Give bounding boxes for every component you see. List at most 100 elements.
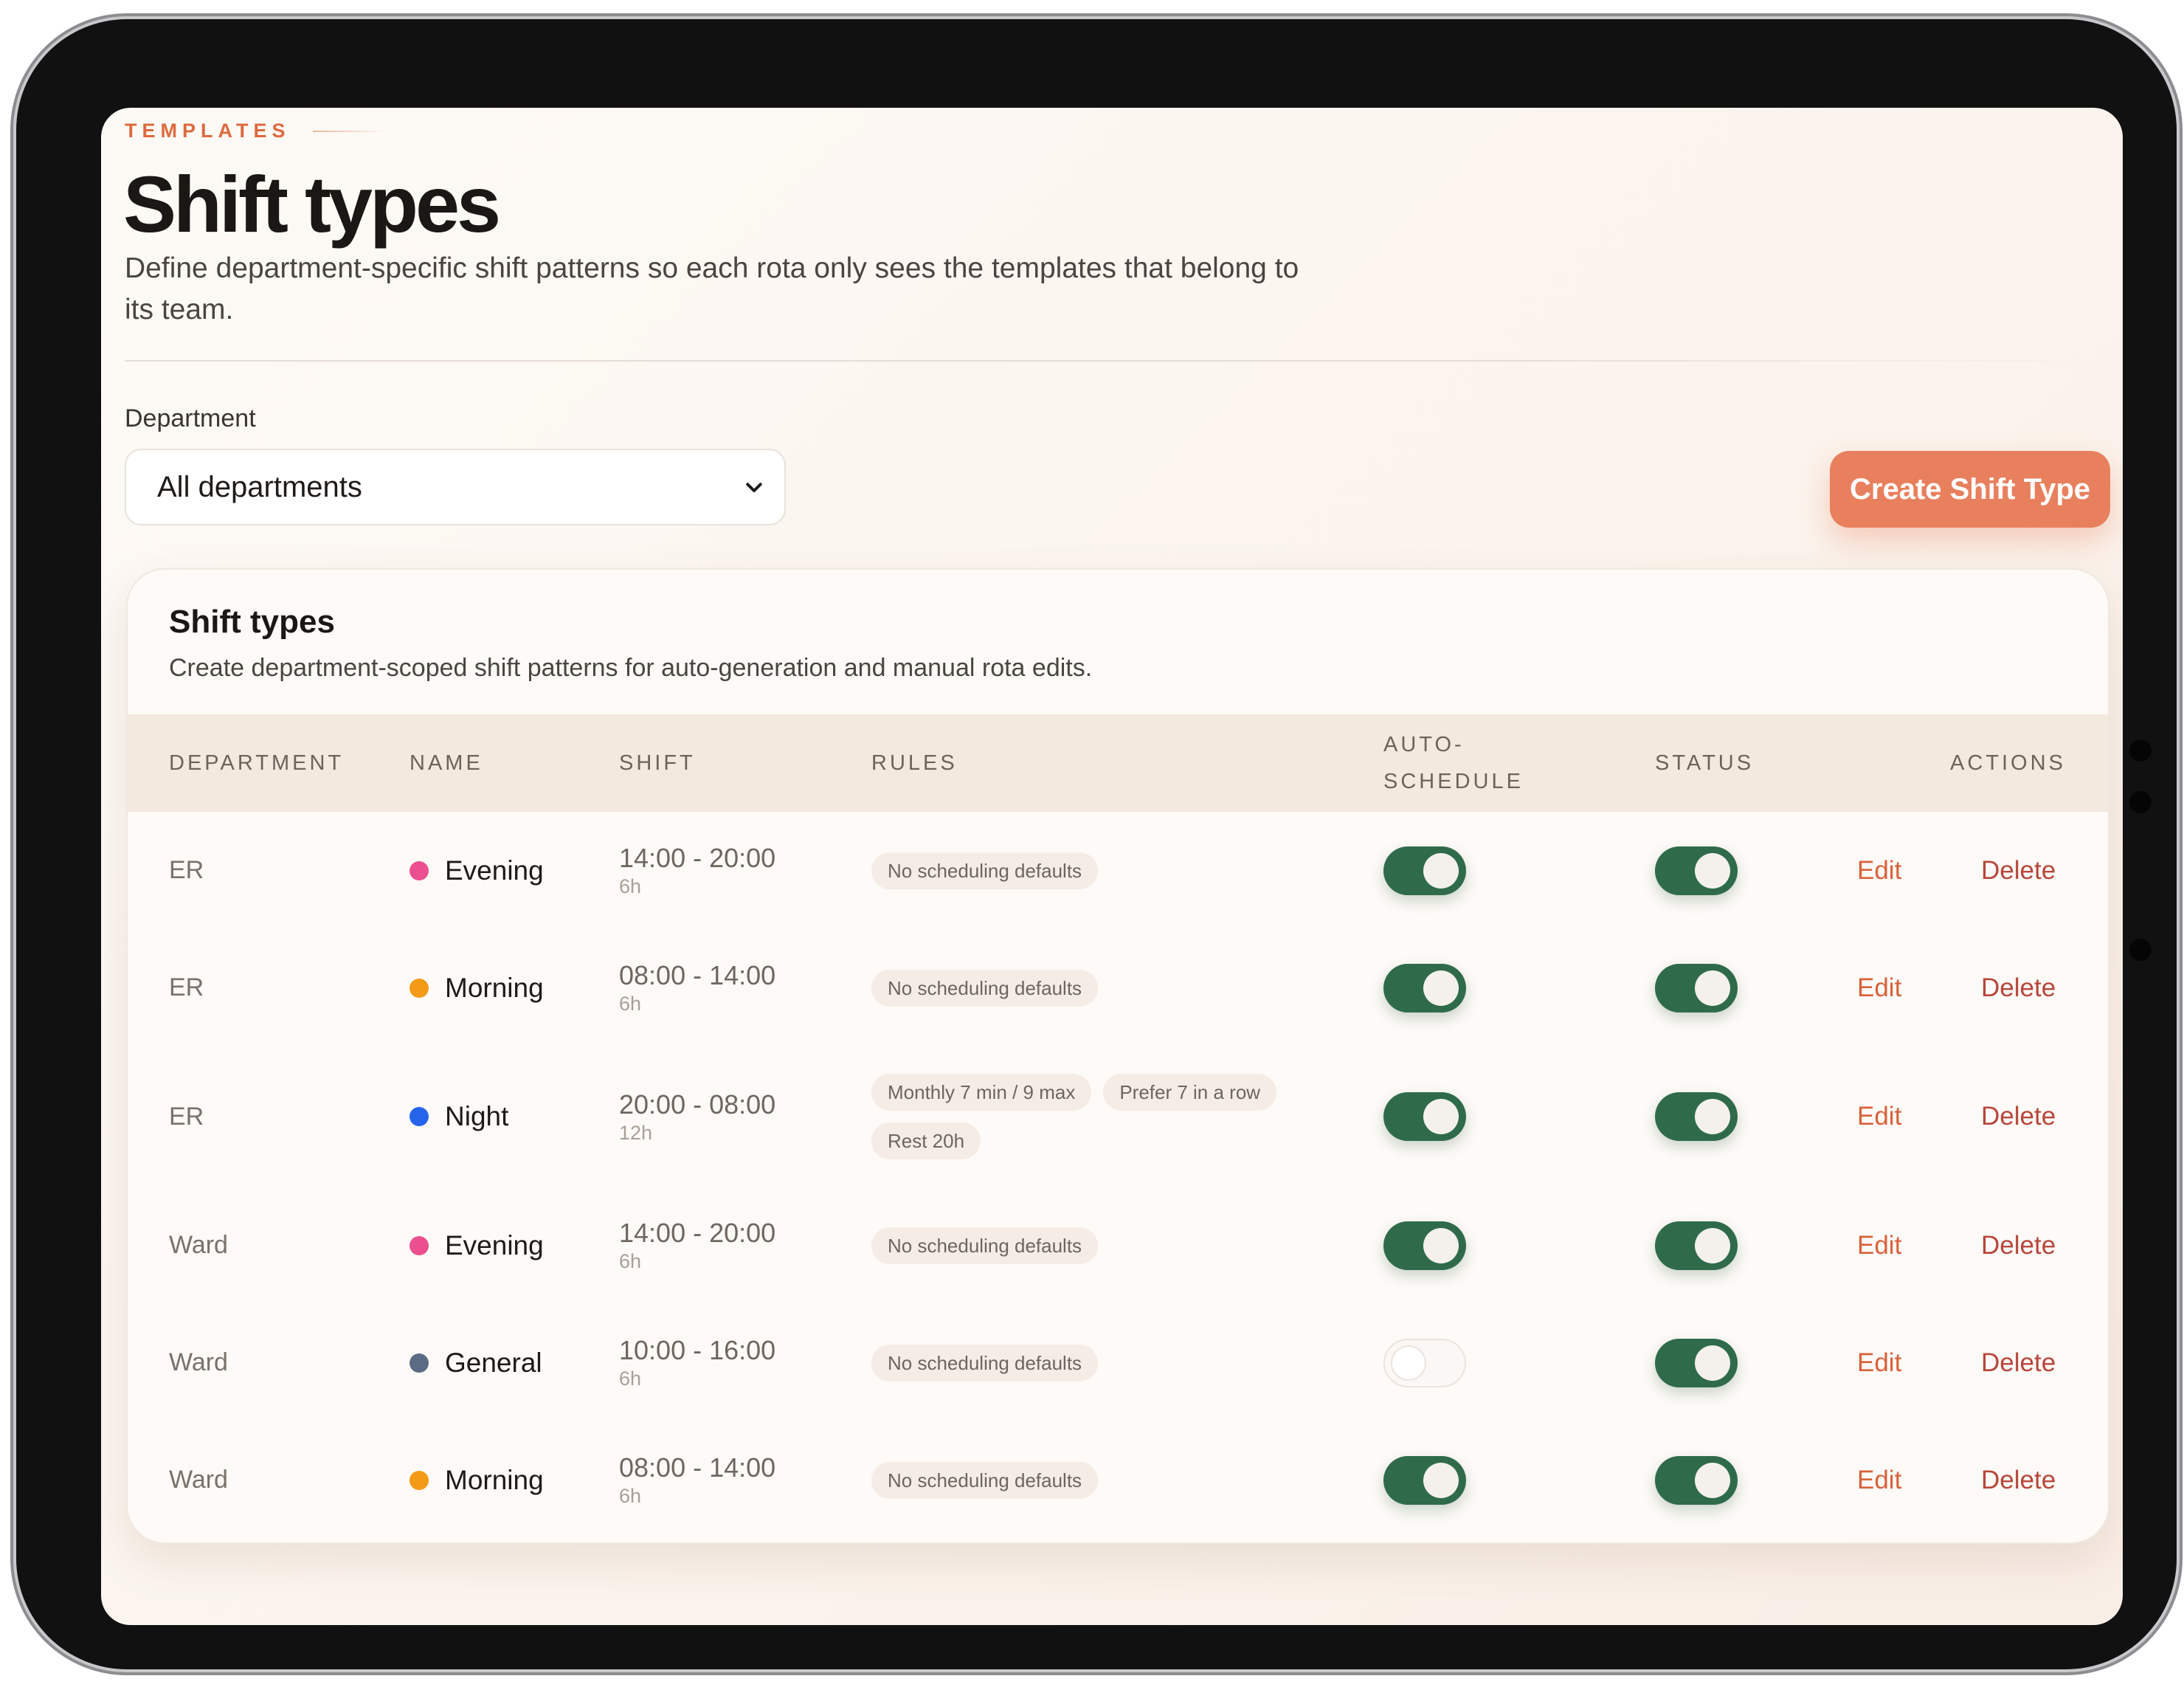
department-cell: Ward xyxy=(169,1231,228,1259)
delete-button[interactable]: Delete xyxy=(1981,1421,2056,1539)
shift-duration: 6h xyxy=(619,1250,642,1272)
color-dot-icon xyxy=(410,860,429,880)
department-select-value: All departments xyxy=(157,470,362,503)
column-header-name: NAME xyxy=(410,751,483,775)
department-cell: Ward xyxy=(169,1348,228,1376)
page-description: Define department-specific shift pattern… xyxy=(125,252,1299,325)
toggle-knob xyxy=(1391,1345,1426,1381)
rules-cell: No scheduling defaults xyxy=(871,1187,1329,1304)
shift-name: Night xyxy=(445,1101,509,1131)
department-cell: Ward xyxy=(169,1466,228,1494)
shift-duration: 6h xyxy=(619,1367,642,1390)
column-header-rules: RULES xyxy=(871,751,958,775)
section-eyebrow: TEMPLATES xyxy=(125,120,387,142)
shift-name: Morning xyxy=(445,972,544,1003)
table-row: Ward General 10:00 - 16:00 6h No scheduling … xyxy=(128,1304,2108,1421)
app-screen: TEMPLATES Shift types Define department-… xyxy=(101,108,2123,1625)
delete-button[interactable]: Delete xyxy=(1981,1304,2056,1421)
card-subtitle: Create department-scoped shift patterns … xyxy=(169,654,1093,682)
color-dot-icon xyxy=(410,1107,429,1126)
eyebrow-rule xyxy=(312,130,387,132)
status-toggle[interactable] xyxy=(1655,1455,1738,1505)
edit-button[interactable]: Edit xyxy=(1857,1304,1901,1421)
shift-name: Morning xyxy=(445,1464,544,1495)
shift-name: Evening xyxy=(445,1229,544,1260)
column-header-auto-schedule: AUTO-SCHEDULE xyxy=(1383,733,1524,793)
toggle-knob xyxy=(1695,1099,1730,1134)
rule-chip: No scheduling defaults xyxy=(871,1344,1099,1382)
name-cell: Morning xyxy=(410,1421,544,1539)
shift-cell: 08:00 - 14:00 6h xyxy=(619,929,775,1046)
auto-schedule-toggle[interactable] xyxy=(1383,1221,1466,1270)
create-shift-type-button[interactable]: Create Shift Type xyxy=(1830,451,2110,528)
shift-time: 20:00 - 08:00 xyxy=(619,1089,776,1120)
toggle-knob xyxy=(1423,970,1459,1006)
shift-time: 14:00 - 20:00 xyxy=(619,843,776,873)
table-header: DEPARTMENT NAME SHIFT RULES AUTO-SCHEDUL… xyxy=(128,714,2108,812)
rule-chip: Rest 20h xyxy=(871,1122,981,1159)
shift-name: Evening xyxy=(445,855,544,886)
shift-cell: 14:00 - 20:00 6h xyxy=(619,812,775,929)
shift-time: 14:00 - 20:00 xyxy=(619,1218,776,1248)
name-cell: Night xyxy=(410,1046,508,1187)
department-cell: ER xyxy=(169,1102,204,1131)
name-cell: Evening xyxy=(410,1187,544,1304)
rule-chip: Monthly 7 min / 9 max xyxy=(871,1074,1092,1111)
rules-cell: No scheduling defaults xyxy=(871,929,1329,1046)
auto-schedule-toggle[interactable] xyxy=(1383,963,1466,1013)
edit-button[interactable]: Edit xyxy=(1857,1187,1901,1304)
color-dot-icon xyxy=(410,1353,429,1373)
edit-button[interactable]: Edit xyxy=(1857,812,1901,929)
toggle-knob xyxy=(1423,852,1459,889)
rule-chip: No scheduling defaults xyxy=(871,852,1099,889)
side-sensor xyxy=(2129,791,2152,813)
rules-cell: No scheduling defaults xyxy=(871,812,1329,929)
table-row: Ward Morning 08:00 - 14:00 6h No scheduling … xyxy=(128,1421,2108,1539)
column-header-status: STATUS xyxy=(1655,751,1755,775)
name-cell: General xyxy=(410,1304,542,1421)
status-toggle[interactable] xyxy=(1655,1338,1738,1387)
rule-chip: No scheduling defaults xyxy=(871,969,1099,1007)
status-toggle[interactable] xyxy=(1655,846,1738,895)
table-row: ER Evening 14:00 - 20:00 6h No scheduling de… xyxy=(128,812,2108,929)
shift-time: 08:00 - 14:00 xyxy=(619,960,776,990)
column-header-actions: ACTIONS xyxy=(1950,751,2066,775)
table-row: ER Morning 08:00 - 14:00 6h No scheduling de… xyxy=(128,929,2108,1046)
rules-cell: Monthly 7 min / 9 max Prefer 7 in a row Re… xyxy=(871,1046,1329,1187)
shift-duration: 6h xyxy=(619,993,642,1015)
toggle-knob xyxy=(1423,1099,1459,1134)
header-divider xyxy=(125,360,2109,362)
shift-time: 10:00 - 16:00 xyxy=(619,1335,776,1365)
delete-button[interactable]: Delete xyxy=(1981,929,2056,1046)
status-toggle[interactable] xyxy=(1655,1092,1738,1141)
delete-button[interactable]: Delete xyxy=(1981,1187,2056,1304)
department-cell: ER xyxy=(169,856,204,884)
edit-button[interactable]: Edit xyxy=(1857,1421,1901,1539)
status-toggle[interactable] xyxy=(1655,1221,1738,1270)
card-title: Shift types xyxy=(169,604,335,640)
auto-schedule-toggle[interactable] xyxy=(1383,846,1466,895)
auto-schedule-toggle[interactable] xyxy=(1383,1092,1466,1141)
rule-chip: No scheduling defaults xyxy=(871,1461,1099,1499)
color-dot-icon xyxy=(410,978,429,998)
auto-schedule-toggle[interactable] xyxy=(1383,1338,1466,1387)
delete-button[interactable]: Delete xyxy=(1981,1046,2056,1187)
toggle-knob xyxy=(1695,1227,1730,1263)
auto-schedule-toggle[interactable] xyxy=(1383,1455,1466,1505)
chevron-down-icon xyxy=(746,483,762,492)
edit-button[interactable]: Edit xyxy=(1857,929,1901,1046)
shift-name: General xyxy=(445,1347,542,1378)
shift-cell: 14:00 - 20:00 6h xyxy=(619,1187,775,1304)
shift-duration: 12h xyxy=(619,1121,653,1144)
department-select[interactable]: All departments xyxy=(125,449,786,525)
edit-button[interactable]: Edit xyxy=(1857,1046,1901,1187)
shift-types-card: Shift types Create department-scoped shi… xyxy=(126,568,2109,1544)
status-toggle[interactable] xyxy=(1655,963,1738,1013)
column-header-shift: SHIFT xyxy=(619,751,696,775)
toggle-knob xyxy=(1695,1345,1730,1381)
delete-button[interactable]: Delete xyxy=(1981,812,2056,929)
eyebrow-label: TEMPLATES xyxy=(125,120,291,142)
side-sensor xyxy=(2129,939,2152,961)
table-row: ER Night 20:00 - 08:00 12h Monthly 7 min / 9… xyxy=(128,1046,2108,1187)
shift-cell: 10:00 - 16:00 6h xyxy=(619,1304,775,1421)
